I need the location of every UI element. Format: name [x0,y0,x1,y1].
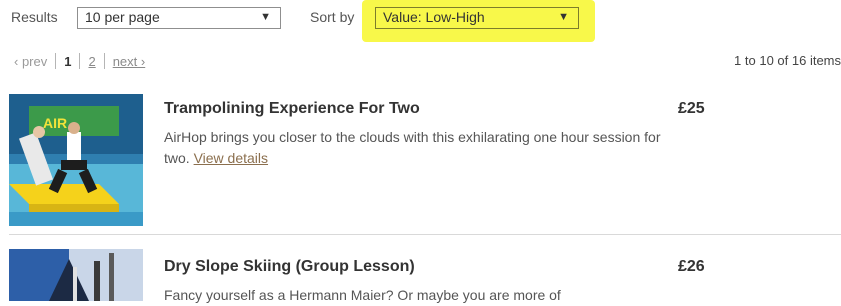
results-label: Results [11,9,58,25]
pagination: ‹ prev 1 2 next › [14,53,145,69]
sort-by-label: Sort by [310,9,355,25]
svg-text:AIR: AIR [43,115,67,131]
sort-by-select[interactable]: Value: Low-High ▼ [375,7,579,29]
skiing-photo[interactable] [9,249,143,301]
pagination-divider [55,53,57,69]
items-count: 1 to 10 of 16 items [734,53,841,68]
item-description: AirHop brings you closer to the clouds w… [164,127,664,169]
skiing-photo-image [9,249,143,301]
view-details-link[interactable]: View details [194,150,268,166]
item-title[interactable]: Dry Slope Skiing (Group Lesson) [164,258,415,276]
dropdown-arrow-icon: ▼ [558,11,569,23]
item-price: £26 [678,258,705,275]
prev-link[interactable]: ‹ prev [14,54,47,69]
sort-by-value: Value: Low-High [383,9,485,25]
item-divider [9,234,841,235]
trampoline-photo-image: AIR [9,94,143,226]
item-description: Fancy yourself as a Hermann Maier? Or ma… [164,285,664,306]
trampoline-photo[interactable]: AIR [9,94,143,226]
page-2[interactable]: 2 [88,54,95,69]
pagination-divider [103,53,105,69]
dropdown-arrow-icon: ▼ [260,11,271,23]
results-per-page-value: 10 per page [85,9,160,25]
results-per-page-select[interactable]: 10 per page ▼ [77,7,281,29]
next-link[interactable]: next › [113,54,146,69]
pagination-divider [79,53,81,69]
page-1[interactable]: 1 [64,54,71,69]
item-price: £25 [678,100,705,117]
item-title[interactable]: Trampolining Experience For Two [164,100,420,118]
